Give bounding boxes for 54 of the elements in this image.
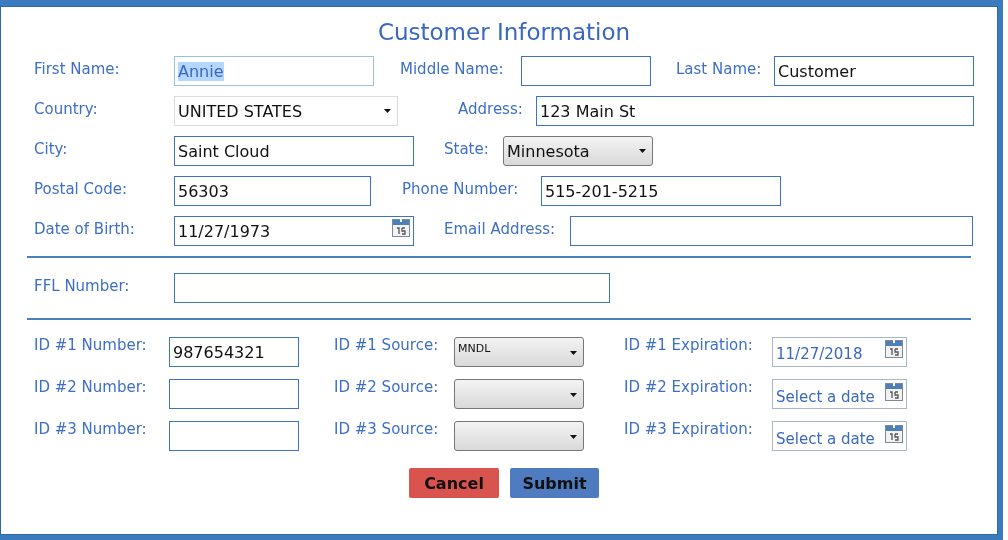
dropdown[interactable] [454, 379, 584, 409]
field-label: Date of Birth: [34, 220, 136, 238]
field-label: ID #1 Source: [334, 336, 440, 354]
field-label: ID #3 Expiration: [624, 420, 754, 438]
field-label: Address: [458, 100, 524, 118]
field-label: FFL Number: [34, 277, 131, 295]
calendar-icon[interactable] [885, 425, 903, 443]
dropdown[interactable]: MNDL [454, 337, 584, 367]
field-label: City: [34, 140, 69, 158]
calendar-icon[interactable] [885, 383, 903, 401]
text-field[interactable]: 515-201-5215 [541, 176, 781, 206]
calendar-icon[interactable] [392, 219, 410, 237]
text-field[interactable] [169, 421, 299, 451]
field-label: ID #1 Expiration: [624, 336, 754, 354]
submit-button[interactable]: Submit [510, 468, 599, 498]
caret-icon [384, 109, 391, 113]
dropdown[interactable] [454, 421, 584, 451]
caret-icon [639, 149, 646, 153]
field-label: Country: [34, 100, 99, 118]
field-label: ID #2 Source: [334, 378, 440, 396]
field-label: State: [444, 140, 490, 158]
date-field[interactable]: Select a date [772, 379, 907, 409]
text-field[interactable]: 987654321 [169, 337, 299, 367]
text-field[interactable]: Customer [774, 56, 974, 86]
text-field[interactable]: 56303 [174, 176, 371, 206]
field-label: ID #2 Expiration: [624, 378, 754, 396]
cancel-button[interactable]: Cancel [409, 468, 499, 498]
text-field[interactable]: Annie [174, 56, 374, 86]
text-field[interactable] [174, 273, 610, 303]
field-label: ID #3 Number: [34, 420, 148, 438]
text-field[interactable]: Saint Cloud [174, 136, 414, 166]
caret-icon [570, 393, 577, 397]
caret-icon [570, 351, 577, 355]
text-field[interactable] [521, 56, 651, 86]
field-label: ID #2 Number: [34, 378, 148, 396]
text-field[interactable]: 123 Main St [536, 96, 974, 126]
field-label: ID #1 Number: [34, 336, 148, 354]
field-label: Postal Code: [34, 180, 128, 198]
date-field[interactable]: 11/27/2018 [772, 337, 907, 367]
field-label: Phone Number: [402, 180, 520, 198]
field-label: Email Address: [444, 220, 557, 238]
date-field[interactable]: Select a date [772, 421, 907, 451]
date-field[interactable]: 11/27/1973 [174, 216, 414, 246]
dropdown[interactable]: UNITED STATES [174, 96, 398, 126]
form-title: Customer Information [376, 18, 632, 47]
text-field[interactable] [570, 216, 973, 246]
field-label: First Name: [34, 60, 121, 78]
dropdown[interactable]: Minnesota [503, 136, 653, 166]
caret-icon [570, 435, 577, 439]
calendar-icon[interactable] [885, 340, 903, 358]
field-label: Last Name: [676, 60, 763, 78]
field-label: ID #3 Source: [334, 420, 440, 438]
text-field[interactable] [169, 379, 299, 409]
field-label: Middle Name: [400, 60, 505, 78]
